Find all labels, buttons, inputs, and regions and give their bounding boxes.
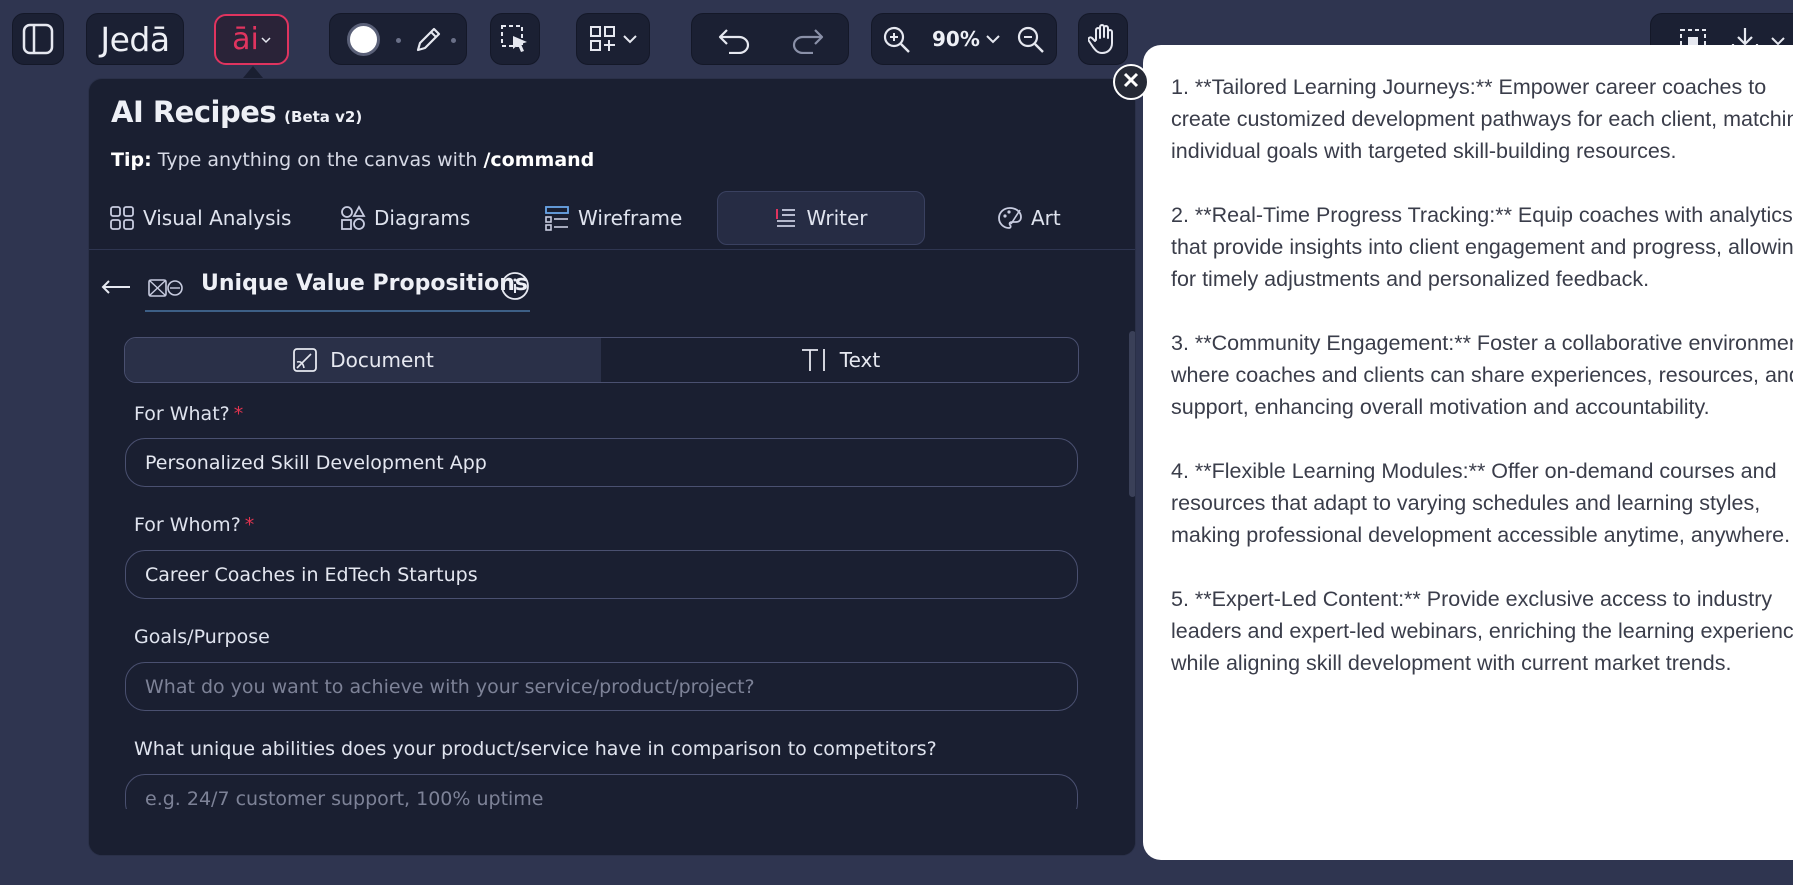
document-mode-label: Document (330, 348, 434, 372)
back-arrow-icon[interactable] (101, 279, 131, 299)
pencil-icon[interactable] (412, 24, 444, 56)
text-mode-button[interactable]: Text (602, 338, 1078, 382)
for-whom-label: For Whom? * (134, 514, 254, 536)
ai-recipes-panel: AI Recipes (Beta v2) Tip: Type anything o… (88, 78, 1136, 856)
document-paragraph: 5. **Expert-Led Content:** Provide exclu… (1171, 587, 1793, 675)
required-marker: * (244, 514, 255, 536)
field-label-text: Goals/Purpose (134, 626, 270, 648)
brand-logo[interactable]: Jedā (86, 13, 184, 65)
tip-text: Tip: Type anything on the canvas with /c… (111, 149, 594, 171)
for-what-input[interactable]: Personalized Skill Development App (125, 438, 1078, 487)
text-lines-icon (774, 206, 798, 230)
dot-separator (451, 38, 456, 43)
beta-badge: (Beta v2) (284, 108, 363, 126)
recipe-tabs: Visual Analysis Diagrams Wireframe Write… (89, 191, 1135, 250)
panel-title-text: AI Recipes (111, 95, 277, 129)
field-label-text: For Whom? (134, 514, 241, 536)
wireframe-icon (544, 205, 570, 231)
panel-footer (89, 809, 1135, 855)
tab-label: Writer (806, 206, 868, 230)
palette-icon (997, 205, 1023, 231)
panel-scrollbar[interactable] (1129, 331, 1135, 497)
recipe-title: Unique Value Propositions (201, 271, 529, 296)
dot-separator (396, 38, 401, 43)
tab-label: Diagrams (374, 206, 471, 230)
select-tool-button[interactable] (490, 13, 540, 65)
document-paragraph: 3. **Community Engagement:** Foster a co… (1171, 331, 1793, 419)
pan-tool-button[interactable] (1078, 13, 1128, 65)
close-icon (1123, 72, 1139, 92)
ai-menu-button[interactable]: āi (214, 14, 289, 65)
tab-diagrams[interactable]: Diagrams (340, 191, 470, 245)
chevron-down-icon (623, 34, 637, 44)
document-body: 1. **Tailored Learning Journeys:** Empow… (1171, 71, 1793, 711)
brand-name: Jedā (100, 19, 170, 59)
zoom-level-value: 90% (932, 27, 980, 51)
color-picker-button[interactable] (347, 23, 380, 56)
redo-icon[interactable] (791, 26, 825, 54)
recipe-title-underline (145, 310, 530, 312)
tip-command: /command (483, 149, 595, 171)
output-mode-toggle: Document Text (124, 337, 1079, 383)
tab-label: Visual Analysis (143, 206, 292, 230)
grid-icon (109, 205, 135, 231)
info-icon[interactable] (500, 271, 530, 305)
value-proposition-icon (147, 277, 185, 303)
tab-label: Wireframe (578, 206, 683, 230)
tab-writer[interactable]: Writer (717, 191, 925, 245)
close-button[interactable] (1113, 64, 1149, 100)
document-paragraph: 1. **Tailored Learning Journeys:** Empow… (1171, 75, 1793, 163)
tab-wireframe[interactable]: Wireframe (544, 191, 682, 245)
text-cursor-icon (800, 347, 828, 373)
document-paragraph: 4. **Flexible Learning Modules:** Offer … (1171, 459, 1791, 547)
field-label-text: For What? (134, 403, 230, 425)
generated-document: 1. **Tailored Learning Journeys:** Empow… (1143, 45, 1793, 860)
goals-purpose-input[interactable]: What do you want to achieve with your se… (125, 662, 1078, 711)
undo-icon[interactable] (717, 26, 751, 54)
chevron-down-icon (261, 36, 271, 44)
panel-title: AI Recipes (Beta v2) (111, 95, 362, 129)
document-mode-button[interactable]: Document (125, 338, 601, 382)
for-what-label: For What? * (134, 403, 243, 425)
document-paragraph: 2. **Real-Time Progress Tracking:** Equi… (1171, 203, 1793, 291)
grid-plus-icon (589, 25, 617, 53)
recipe-header: Unique Value Propositions (89, 265, 1135, 315)
ai-menu-pointer (243, 66, 263, 78)
zoom-out-icon[interactable] (1016, 25, 1046, 55)
tab-label: Art (1031, 206, 1061, 230)
document-icon (292, 347, 318, 373)
zoom-in-icon[interactable] (882, 25, 912, 55)
shapes-icon (340, 205, 366, 231)
ai-label: āi (232, 22, 259, 57)
tab-visual-analysis[interactable]: Visual Analysis (109, 191, 291, 245)
field-label-text: What unique abilities does your product/… (134, 738, 937, 760)
tip-label: Tip: (111, 149, 152, 171)
for-whom-input[interactable]: Career Coaches in EdTech Startups (125, 550, 1078, 599)
sidebar-toggle-button[interactable] (12, 13, 64, 65)
text-mode-label: Text (839, 348, 881, 372)
tip-body: Type anything on the canvas with (157, 149, 478, 171)
drawing-tools (329, 13, 467, 65)
sidebar-icon (21, 22, 55, 56)
tab-art[interactable]: Art (997, 191, 1061, 245)
zoom-controls: 90% (871, 13, 1057, 65)
zoom-level-dropdown[interactable]: 90% (932, 27, 1000, 51)
chevron-down-icon (986, 34, 1000, 44)
hand-icon (1088, 23, 1118, 55)
goals-purpose-label: Goals/Purpose (134, 626, 270, 648)
selection-cursor-icon (499, 23, 531, 55)
history-controls (691, 13, 849, 65)
unique-abilities-label: What unique abilities does your product/… (134, 738, 937, 760)
add-widget-button[interactable] (576, 13, 650, 65)
required-marker: * (233, 403, 244, 425)
